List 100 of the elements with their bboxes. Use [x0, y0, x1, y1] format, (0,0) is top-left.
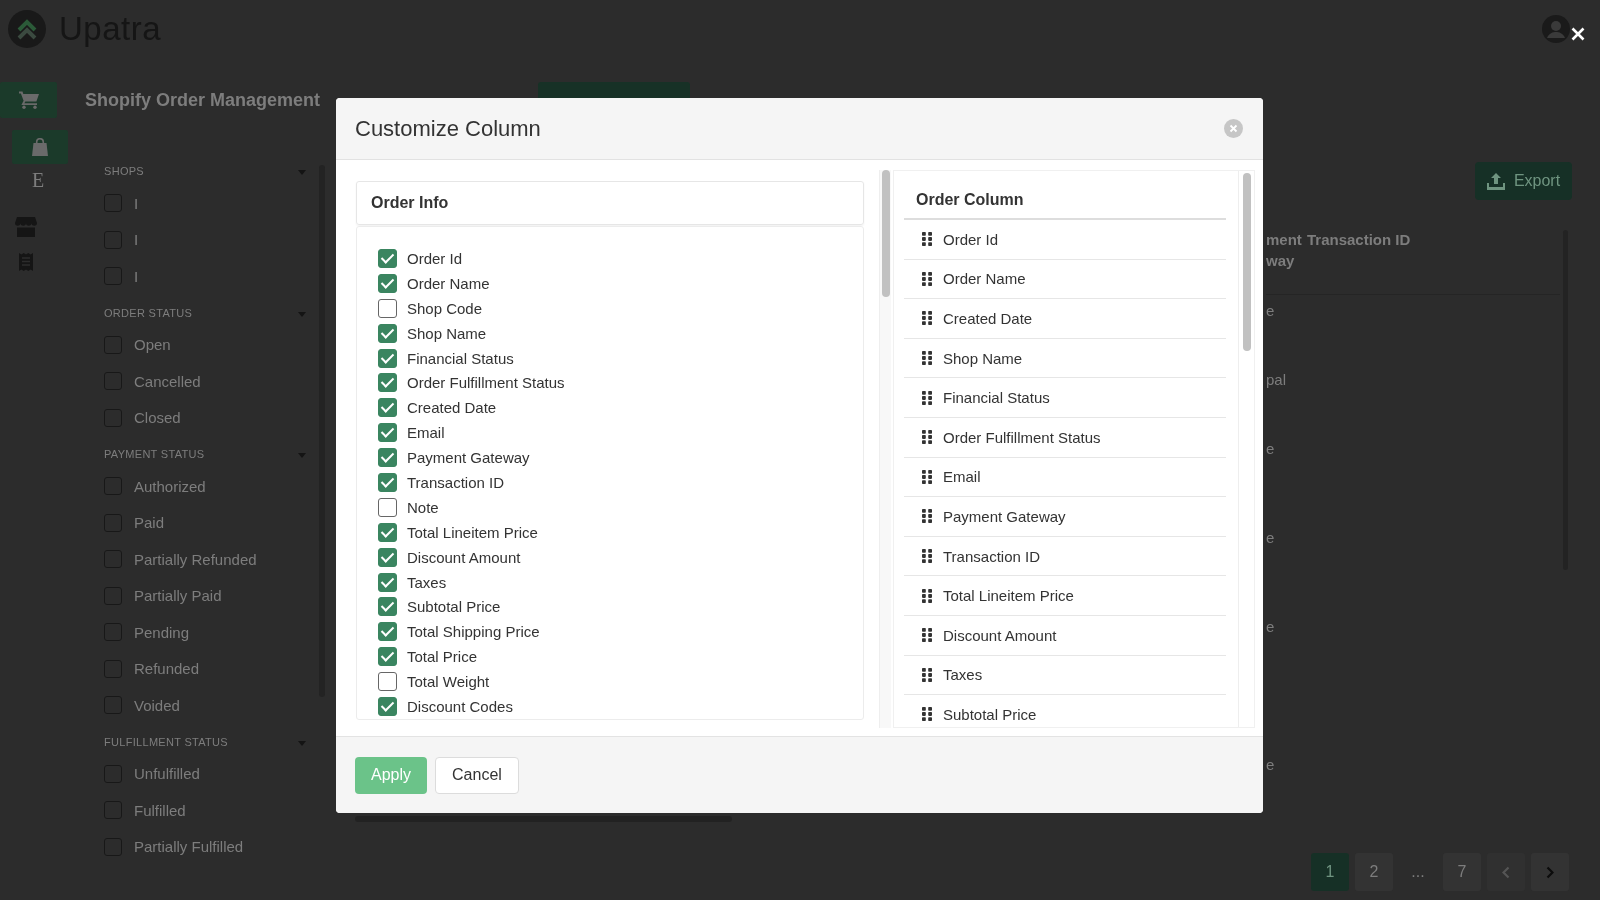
table-cell: pal — [1266, 371, 1287, 388]
column-name: Email — [943, 468, 981, 486]
column-name: Taxes — [943, 666, 983, 684]
chevron-left-icon — [1502, 865, 1510, 879]
checkbox[interactable] — [378, 398, 397, 418]
shopping-bag-icon — [32, 138, 48, 156]
drag-handle-icon[interactable] — [922, 628, 932, 643]
filter-label: Voided — [134, 696, 180, 714]
column-option-label: Total Price — [407, 648, 478, 666]
checkbox[interactable] — [378, 472, 397, 492]
table-cell: e — [1266, 756, 1275, 773]
checkbox[interactable] — [378, 423, 397, 443]
scrollbar-thumb[interactable] — [1242, 173, 1251, 351]
column-option-label: Financial Status — [407, 349, 514, 367]
filter-label: Partially Fulfilled — [134, 838, 244, 856]
filter-label: Paid — [134, 514, 165, 532]
filter-label: Partially Refunded — [134, 550, 257, 568]
column-option-label: Total Lineitem Price — [407, 523, 538, 541]
checkbox[interactable] — [378, 497, 397, 517]
column-name: Payment Gateway — [943, 507, 1066, 525]
column-name: Created Date — [943, 310, 1033, 327]
caret-icon[interactable] — [298, 170, 306, 175]
filter-label: Authorized — [134, 477, 206, 495]
filter-label: I — [134, 231, 139, 249]
checkbox[interactable] — [378, 572, 397, 592]
drag-handle-icon[interactable] — [922, 390, 932, 405]
table-header-cell: ment way — [1266, 228, 1307, 295]
drag-handle-icon[interactable] — [922, 311, 932, 326]
drag-handle-icon[interactable] — [922, 707, 932, 722]
checkbox[interactable] — [378, 348, 397, 368]
table-header-cell: Transaction ID — [1307, 228, 1560, 295]
scrollbar-thumb[interactable] — [881, 170, 890, 297]
page-button[interactable]: 7 — [1443, 853, 1481, 891]
drag-handle-icon[interactable] — [922, 469, 932, 484]
filter-heading: PAYMENT STATUS — [104, 448, 205, 460]
column-option-label: Taxes — [407, 573, 447, 591]
column-option-label: Shop Code — [407, 299, 483, 317]
column-name: Financial Status — [943, 389, 1050, 407]
checkbox[interactable] — [378, 248, 397, 268]
column-option-label: Discount Codes — [407, 697, 513, 715]
upload-icon — [1486, 172, 1505, 190]
store-icon — [15, 217, 37, 237]
page-button[interactable]: 1 — [1311, 853, 1349, 891]
checkbox[interactable] — [378, 622, 397, 642]
checkbox[interactable] — [378, 647, 397, 667]
drag-handle-icon[interactable] — [922, 667, 932, 682]
checkbox[interactable] — [378, 323, 397, 343]
checkbox[interactable] — [378, 298, 397, 318]
chevron-right-icon — [1546, 865, 1554, 879]
table-cell: e — [1266, 440, 1275, 457]
section-title: Order Column — [916, 189, 1024, 210]
drag-handle-icon[interactable] — [922, 430, 932, 445]
checkbox[interactable] — [378, 597, 397, 617]
filter-label: Partially Paid — [134, 587, 222, 605]
page-button[interactable]: 2 — [1355, 853, 1393, 891]
column-option-label: Email — [407, 424, 445, 442]
checkbox[interactable] — [378, 522, 397, 542]
filter-label: Open — [134, 336, 171, 354]
drag-handle-icon[interactable] — [922, 351, 932, 366]
checkbox[interactable] — [378, 373, 397, 393]
nav-button[interactable] — [12, 130, 68, 164]
column-option-label: Created Date — [407, 399, 497, 417]
table-cell: e — [1266, 302, 1275, 319]
column-name: Shop Name — [943, 349, 1023, 367]
next-page-button[interactable] — [1531, 853, 1569, 891]
column-option-label: Note — [407, 498, 439, 516]
column-name: Total Lineitem Price — [943, 587, 1074, 605]
filter-label: Closed — [134, 409, 181, 427]
drag-handle-icon[interactable] — [922, 509, 932, 524]
nav-button[interactable] — [15, 216, 37, 238]
filter-label: Cancelled — [134, 372, 201, 390]
table-cell: e — [1266, 529, 1275, 546]
filter-label: I — [134, 194, 139, 212]
checkbox[interactable] — [378, 672, 397, 692]
filter-heading: SHOPS — [104, 165, 144, 177]
drag-handle-icon[interactable] — [922, 271, 932, 286]
drag-handle-icon[interactable] — [922, 549, 932, 564]
drag-handle-icon[interactable] — [922, 232, 932, 247]
cancel-button[interactable]: Cancel — [435, 756, 519, 794]
filter-heading: ORDER STATUS — [104, 306, 193, 319]
page-title: Shopify Order Management — [85, 89, 321, 111]
pagination-ellipsis[interactable]: ... — [1399, 853, 1437, 891]
checkbox[interactable] — [378, 273, 397, 293]
column-option-label: Transaction ID — [407, 473, 504, 491]
apply-button[interactable]: Apply — [355, 756, 428, 794]
caret-icon[interactable] — [298, 311, 306, 317]
checkbox[interactable] — [378, 696, 397, 716]
nav-button[interactable] — [0, 82, 57, 118]
nav-link[interactable]: E — [26, 168, 50, 192]
close-icon[interactable] — [1571, 27, 1585, 41]
drag-handle-icon[interactable] — [922, 588, 932, 603]
checkbox[interactable] — [378, 448, 397, 468]
column-option-label: Total Weight — [407, 673, 490, 691]
filter-label: Refunded — [134, 660, 200, 678]
column-option-label: Total Shipping Price — [407, 623, 540, 641]
export-button[interactable]: Export — [1475, 162, 1572, 200]
caret-icon[interactable] — [298, 740, 306, 746]
checkbox[interactable] — [378, 547, 397, 567]
caret-icon[interactable] — [298, 453, 306, 458]
column-name: Subtotal Price — [943, 705, 1037, 723]
